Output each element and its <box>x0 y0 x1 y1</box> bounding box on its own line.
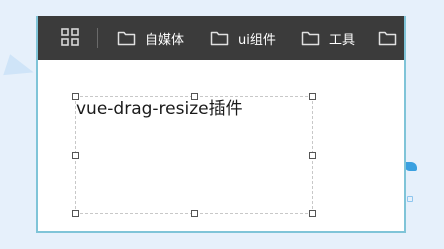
resize-handle-middle-right[interactable] <box>309 152 316 159</box>
resize-handle-top-left[interactable] <box>72 93 79 100</box>
bookmark-label: 自媒体 <box>145 32 185 48</box>
bookmarks-bar: 自媒体 ui组件 工具 <box>38 16 404 60</box>
resize-handle-middle-left[interactable] <box>72 152 79 159</box>
resize-handle-bottom-middle[interactable] <box>191 210 198 217</box>
bookmark-label: 工具 <box>329 32 356 48</box>
decorative-square <box>407 196 413 202</box>
bookmark-folder-truncated[interactable] <box>378 16 404 60</box>
folder-icon <box>301 31 320 46</box>
folder-icon <box>210 31 229 46</box>
drag-resize-box[interactable]: vue-drag-resize插件 <box>72 93 316 217</box>
resize-handle-bottom-right[interactable] <box>309 210 316 217</box>
resize-handle-top-middle[interactable] <box>191 93 198 100</box>
bookmark-folder-tools[interactable]: 工具 <box>301 16 355 60</box>
page-canvas: vue-drag-resize插件 <box>38 60 404 231</box>
folder-icon <box>378 31 397 46</box>
decorative-paper-plane <box>3 54 37 84</box>
bookmark-label: ui组件 <box>238 32 276 48</box>
folder-icon <box>117 31 136 46</box>
bookmark-folder-zimeiti[interactable]: 自媒体 <box>117 16 184 60</box>
browser-window: 自媒体 ui组件 工具 vue-drag-resize插件 <box>36 16 406 233</box>
drag-box-text: vue-drag-resize插件 <box>76 99 243 119</box>
bookmark-folder-ui-components[interactable]: ui组件 <box>210 16 276 60</box>
bookmarks-divider <box>97 28 98 48</box>
apps-grid-icon[interactable] <box>61 28 79 46</box>
resize-handle-top-right[interactable] <box>309 93 316 100</box>
resize-handle-bottom-left[interactable] <box>72 210 79 217</box>
